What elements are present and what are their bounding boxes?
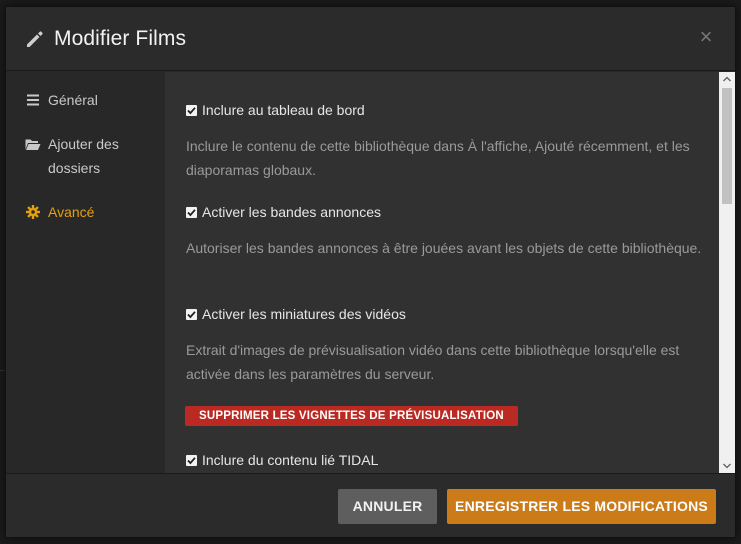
- setting-description: Inclure le contenu de cette bibliothèque…: [186, 138, 690, 178]
- sidebar-item-label: Général: [48, 92, 98, 108]
- setting-include-dashboard: Inclure au tableau de bord Inclure le co…: [186, 100, 706, 182]
- scroll-down-arrow-icon[interactable]: [719, 459, 735, 473]
- setting-include-tidal: Inclure du contenu lié TIDAL: [186, 450, 706, 470]
- checkbox-enable-trailers[interactable]: [186, 206, 197, 218]
- edit-library-modal: Modifier Films × Général Ajouter des dos…: [5, 6, 736, 538]
- checkbox-row[interactable]: Activer les bandes annonces: [186, 202, 706, 222]
- modal-footer: ANNULER ENREGISTRER LES MODIFICATIONS: [6, 473, 735, 537]
- sidebar-item-label: Ajouter des dossiers: [48, 136, 119, 176]
- folder-open-icon: [25, 132, 41, 156]
- sidebar-item-add-folders[interactable]: Ajouter des dossiers: [25, 132, 160, 180]
- sidebar-item-label: Avancé: [48, 204, 95, 220]
- checkmark-icon: [187, 208, 196, 216]
- checkbox-label: Inclure du contenu lié TIDAL: [202, 452, 379, 468]
- scrollbar-thumb[interactable]: [722, 88, 732, 204]
- checkbox-label: Inclure au tableau de bord: [202, 102, 365, 118]
- modal-title: Modifier Films: [54, 27, 187, 50]
- checkbox-enable-thumbnails[interactable]: [186, 308, 197, 320]
- sidebar-item-advanced[interactable]: Avancé: [25, 200, 160, 224]
- checkmark-icon: [187, 106, 196, 114]
- checkbox-include-dashboard[interactable]: [186, 104, 197, 116]
- cancel-button[interactable]: ANNULER: [338, 489, 437, 524]
- close-icon[interactable]: ×: [697, 25, 715, 49]
- checkbox-row[interactable]: Inclure du contenu lié TIDAL: [186, 450, 706, 470]
- setting-enable-thumbnails: Activer les miniatures des vidéos Extrai…: [186, 304, 706, 386]
- delete-previews-button[interactable]: SUPPRIMER LES VIGNETTES DE PRÉVISUALISAT…: [185, 406, 518, 426]
- gear-icon: [25, 200, 41, 224]
- checkbox-row[interactable]: Activer les miniatures des vidéos: [186, 304, 706, 324]
- scroll-up-arrow-icon[interactable]: [719, 72, 735, 86]
- checkbox-label: Activer les miniatures des vidéos: [202, 306, 406, 322]
- setting-description: Extrait d'images de prévisualisation vid…: [186, 342, 680, 382]
- modal-header: Modifier Films ×: [6, 7, 735, 71]
- save-changes-button[interactable]: ENREGISTRER LES MODIFICATIONS: [447, 489, 716, 524]
- checkbox-label: Activer les bandes annonces: [202, 204, 381, 220]
- checkmark-icon: [187, 310, 196, 318]
- list-icon: [25, 88, 41, 112]
- checkmark-icon: [187, 456, 196, 464]
- setting-enable-trailers: Activer les bandes annonces Autoriser le…: [186, 202, 706, 260]
- checkbox-row[interactable]: Inclure au tableau de bord: [186, 100, 706, 120]
- content-scrollbar[interactable]: [719, 72, 735, 473]
- checkbox-include-tidal[interactable]: [186, 454, 197, 466]
- settings-content: Inclure au tableau de bord Inclure le co…: [165, 72, 735, 473]
- settings-sidebar: Général Ajouter des dossiers Avancé: [6, 72, 165, 473]
- setting-description: Autoriser les bandes annonces à être jou…: [186, 240, 702, 256]
- sidebar-item-general[interactable]: Général: [25, 88, 160, 112]
- pencil-icon: [25, 29, 45, 49]
